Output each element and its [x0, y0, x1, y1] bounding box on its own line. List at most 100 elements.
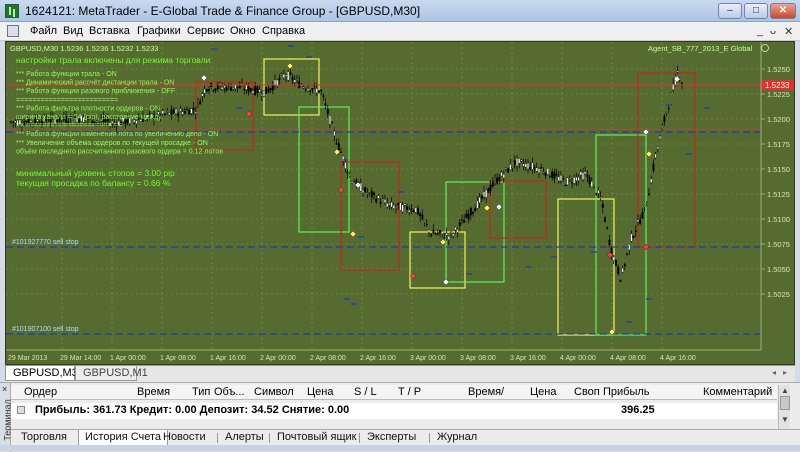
menu-view[interactable]: Вид [63, 25, 83, 37]
mdi-close-button[interactable]: ✕ [784, 25, 793, 38]
menu-charts[interactable]: Графики [137, 25, 181, 37]
candle-body [441, 231, 444, 234]
price-chart[interactable]: 1.5233 GBPUSD,M30 1.5236 1.5236 1.5232 1… [5, 41, 795, 365]
candle-body [291, 76, 294, 81]
column-type[interactable]: Тип [192, 386, 210, 398]
column-close-price[interactable]: Цена [530, 386, 556, 398]
mdi-restore-button[interactable]: ᴗ [770, 25, 776, 37]
column-comment[interactable]: Комментарий [703, 386, 772, 398]
menu-tools[interactable]: Сервис [187, 25, 225, 37]
candle-body [582, 172, 584, 180]
tab-mailbox[interactable]: Почтовый ящик [271, 430, 362, 446]
column-time[interactable]: Время [137, 386, 170, 398]
candle-body [282, 74, 285, 78]
tab-journal[interactable]: Журнал [431, 430, 483, 446]
candle-body [637, 219, 639, 223]
mdi-minimize-button[interactable]: _ [757, 25, 763, 37]
candle-body [247, 86, 250, 93]
candle-body [544, 172, 547, 176]
candle-body [566, 177, 569, 185]
candle-body [208, 89, 210, 92]
tab-gbpusd-m30[interactable]: GBPUSD,M30 [5, 366, 84, 381]
column-symbol[interactable]: Символ [254, 386, 294, 398]
time-tick-label: 4 Apr 00:00 [560, 355, 596, 362]
candle-body [236, 86, 239, 88]
column-price[interactable]: Цена [307, 386, 333, 398]
candle-body [491, 181, 494, 187]
menu-insert[interactable]: Вставка [89, 25, 130, 37]
candle-body [502, 174, 505, 179]
candle-body [181, 111, 184, 115]
candle-body [568, 177, 571, 180]
scrollbar-thumb[interactable] [780, 396, 790, 410]
order-marker [642, 243, 650, 251]
scroll-left-icon[interactable]: ◂ [772, 368, 776, 377]
menu-help[interactable]: Справка [262, 25, 305, 37]
menu-window[interactable]: Окно [230, 25, 256, 37]
candle-body [500, 172, 503, 177]
candle-body [172, 109, 175, 114]
column-volume[interactable]: Объ... [214, 386, 245, 398]
column-profit[interactable]: Прибыль [603, 386, 650, 398]
candle-body [469, 207, 472, 216]
chart-window-icon[interactable] [7, 25, 19, 37]
maximize-button[interactable]: □ [744, 3, 768, 19]
candle-body [364, 187, 367, 193]
candle-body [564, 185, 567, 187]
account-summary: Прибыль: 361.73 Кредит: 0.00 Депозит: 34… [35, 404, 350, 416]
column-tp[interactable]: T / P [398, 386, 421, 398]
candle-body [555, 173, 558, 176]
candle-body [335, 143, 338, 145]
tab-trade[interactable]: Торговля [15, 430, 73, 446]
column-order[interactable]: Ордер [24, 386, 57, 398]
candle-body [331, 122, 334, 124]
tab-news[interactable]: Новости [157, 430, 212, 446]
chart-tabs: GBPUSD,M30 GBPUSD,M1 ◂ ▸ [5, 365, 795, 382]
terminal-scrollbar[interactable]: ▲ ▼ [778, 385, 790, 429]
candle-body [586, 174, 589, 177]
candle-body [390, 202, 393, 208]
price-tick-label: 1.5075 [767, 240, 790, 249]
order-marker [337, 186, 345, 194]
candle-body [410, 207, 413, 211]
candle-body [267, 89, 270, 93]
candle-body [538, 168, 540, 174]
drawdown-text: текущая просадка по балансу = 0.66 % [16, 178, 171, 188]
candle-body [344, 162, 347, 169]
candle-body [487, 188, 490, 193]
scroll-right-icon[interactable]: ▸ [783, 368, 787, 377]
candle-body [634, 230, 637, 232]
column-sl[interactable]: S / L [354, 386, 377, 398]
candle-body [258, 89, 261, 93]
candle-body [177, 113, 180, 117]
candle-body [386, 203, 389, 207]
candle-body [329, 115, 331, 125]
tab-experts[interactable]: Эксперты [361, 430, 422, 446]
scroll-down-icon[interactable]: ▼ [781, 415, 789, 424]
price-tick-label: 1.5150 [767, 165, 790, 174]
menu-file[interactable]: Файл [30, 25, 57, 37]
candle-body [465, 213, 468, 219]
candle-body [641, 212, 644, 219]
candle-body [186, 108, 188, 111]
order-marker [645, 150, 653, 158]
column-swap[interactable]: Своп [574, 386, 600, 398]
tab-account-history[interactable]: История Счета [78, 430, 169, 446]
candle-body [373, 192, 375, 196]
candle-body [243, 89, 246, 91]
close-button[interactable]: ✕ [770, 3, 796, 19]
close-icon[interactable]: × [2, 384, 7, 394]
candle-body [353, 182, 356, 184]
minimize-button[interactable]: – [718, 3, 742, 19]
candle-body [370, 191, 373, 198]
column-close-time[interactable]: Время [468, 386, 501, 398]
price-tick-label: 1.5025 [767, 290, 790, 299]
tab-gbpusd-m1[interactable]: GBPUSD,M1 [75, 366, 148, 381]
account-summary-row[interactable]: Прибыль: 361.73 Кредит: 0.00 Депозит: 34… [11, 403, 777, 419]
scroll-up-icon[interactable]: ▲ [781, 386, 789, 395]
tab-alerts[interactable]: Алерты [219, 430, 270, 446]
candle-body [520, 159, 523, 162]
terminal-sidebar: × Терминал [0, 383, 13, 452]
candle-body [621, 268, 624, 273]
chart-canvas[interactable]: 1.5233 GBPUSD,M30 1.5236 1.5236 1.5232 1… [6, 42, 795, 365]
